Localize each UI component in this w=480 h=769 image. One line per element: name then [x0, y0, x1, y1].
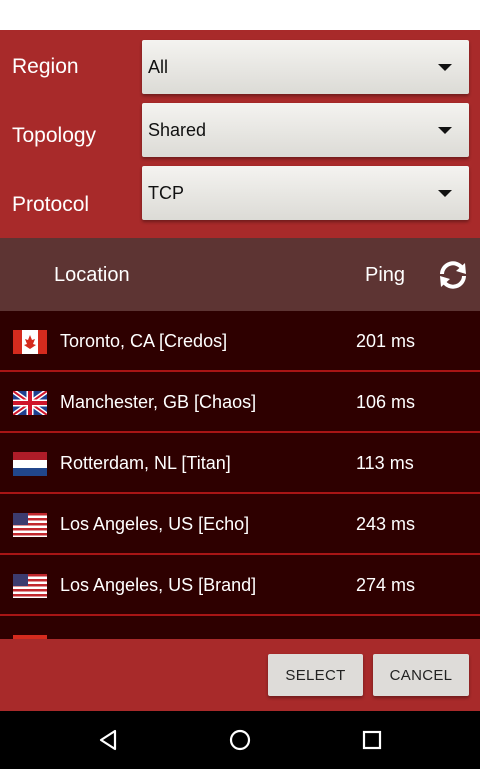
- select-button[interactable]: SELECT: [268, 654, 363, 696]
- protocol-value: TCP: [148, 183, 184, 203]
- server-location: Toronto, CA [Credos]: [60, 331, 228, 351]
- server-location: Los Angeles, US [Brand]: [60, 575, 257, 595]
- refresh-icon[interactable]: [437, 260, 469, 290]
- server-ping: 201 ms: [356, 331, 416, 351]
- protocol-label: Protocol: [12, 193, 90, 216]
- topology-label: Topology: [12, 124, 97, 147]
- server-row-partial[interactable]: [0, 616, 480, 639]
- location-column-header: Location: [54, 264, 130, 286]
- region-select[interactable]: All: [142, 40, 469, 94]
- server-row[interactable]: Toronto, CA [Credos] 201 ms: [0, 311, 480, 372]
- region-value: All: [148, 57, 169, 77]
- server-location: Rotterdam, NL [Titan]: [60, 453, 231, 473]
- server-row[interactable]: Manchester, GB [Chaos] 106 ms: [0, 372, 480, 433]
- region-label: Region: [12, 55, 79, 78]
- topology-select[interactable]: Shared: [142, 103, 469, 157]
- canada-flag-icon: [13, 330, 47, 354]
- server-list[interactable]: Toronto, CA [Credos] 201 ms Manchester, …: [0, 311, 480, 639]
- server-ping: 106 ms: [356, 392, 416, 412]
- list-header: Location Ping: [0, 238, 480, 311]
- status-bar: [0, 0, 480, 30]
- server-ping: 274 ms: [356, 575, 416, 595]
- server-ping: 113 ms: [356, 453, 414, 473]
- protocol-filter: Protocol TCP: [0, 166, 480, 222]
- us-flag-icon: [13, 574, 47, 598]
- filter-panel: Region All Topology Shared Protocol TCP: [0, 30, 480, 238]
- recent-apps-icon[interactable]: [360, 728, 384, 752]
- chevron-down-icon: [438, 190, 452, 197]
- server-location: Manchester, GB [Chaos]: [60, 392, 257, 412]
- server-location: Los Angeles, US [Echo]: [60, 514, 250, 534]
- back-icon[interactable]: [96, 728, 120, 752]
- server-ping: 243 ms: [356, 514, 416, 534]
- dialog-footer: SELECT CANCEL: [0, 639, 480, 711]
- cancel-button[interactable]: CANCEL: [373, 654, 469, 696]
- us-flag-icon: [13, 513, 47, 537]
- chevron-down-icon: [438, 64, 452, 71]
- topology-filter: Topology Shared: [0, 103, 480, 159]
- chevron-down-icon: [438, 127, 452, 134]
- region-filter: Region All: [0, 40, 480, 96]
- home-icon[interactable]: [228, 728, 252, 752]
- netherlands-flag-icon: [13, 452, 47, 476]
- topology-value: Shared: [148, 120, 207, 140]
- server-row[interactable]: Los Angeles, US [Echo] 243 ms: [0, 494, 480, 555]
- protocol-select[interactable]: TCP: [142, 166, 469, 220]
- ping-column-header: Ping: [365, 264, 406, 286]
- uk-flag-icon: [13, 391, 47, 415]
- navigation-bar: [0, 711, 480, 769]
- server-row[interactable]: Rotterdam, NL [Titan] 113 ms: [0, 433, 480, 494]
- server-row[interactable]: Los Angeles, US [Brand] 274 ms: [0, 555, 480, 616]
